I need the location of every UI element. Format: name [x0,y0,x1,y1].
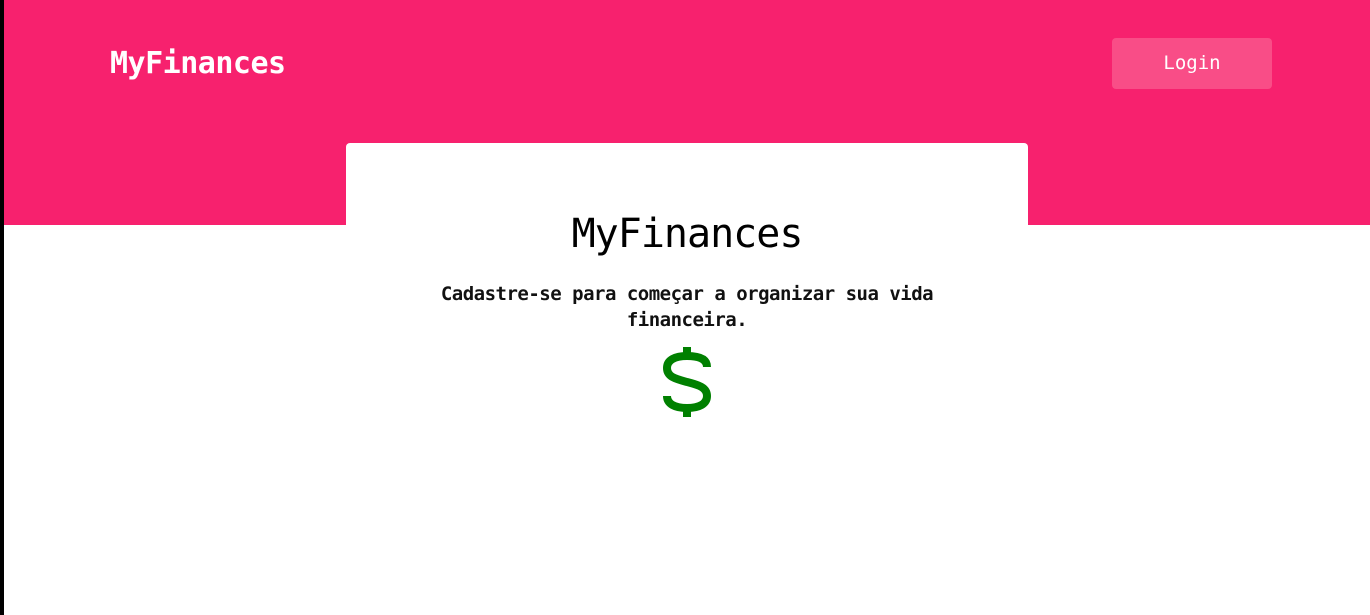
card-subtitle: Cadastre-se para começar a organizar sua… [440,283,934,331]
brand-logo[interactable]: MyFinances [110,44,286,84]
dollar-icon [662,347,712,417]
signup-card: MyFinances Cadastre-se para começar a or… [346,143,1028,443]
login-button[interactable]: Login [1112,38,1272,89]
card-title: MyFinances [571,211,804,257]
page: MyFinances Login MyFinances Cadastre-se … [0,0,1370,615]
